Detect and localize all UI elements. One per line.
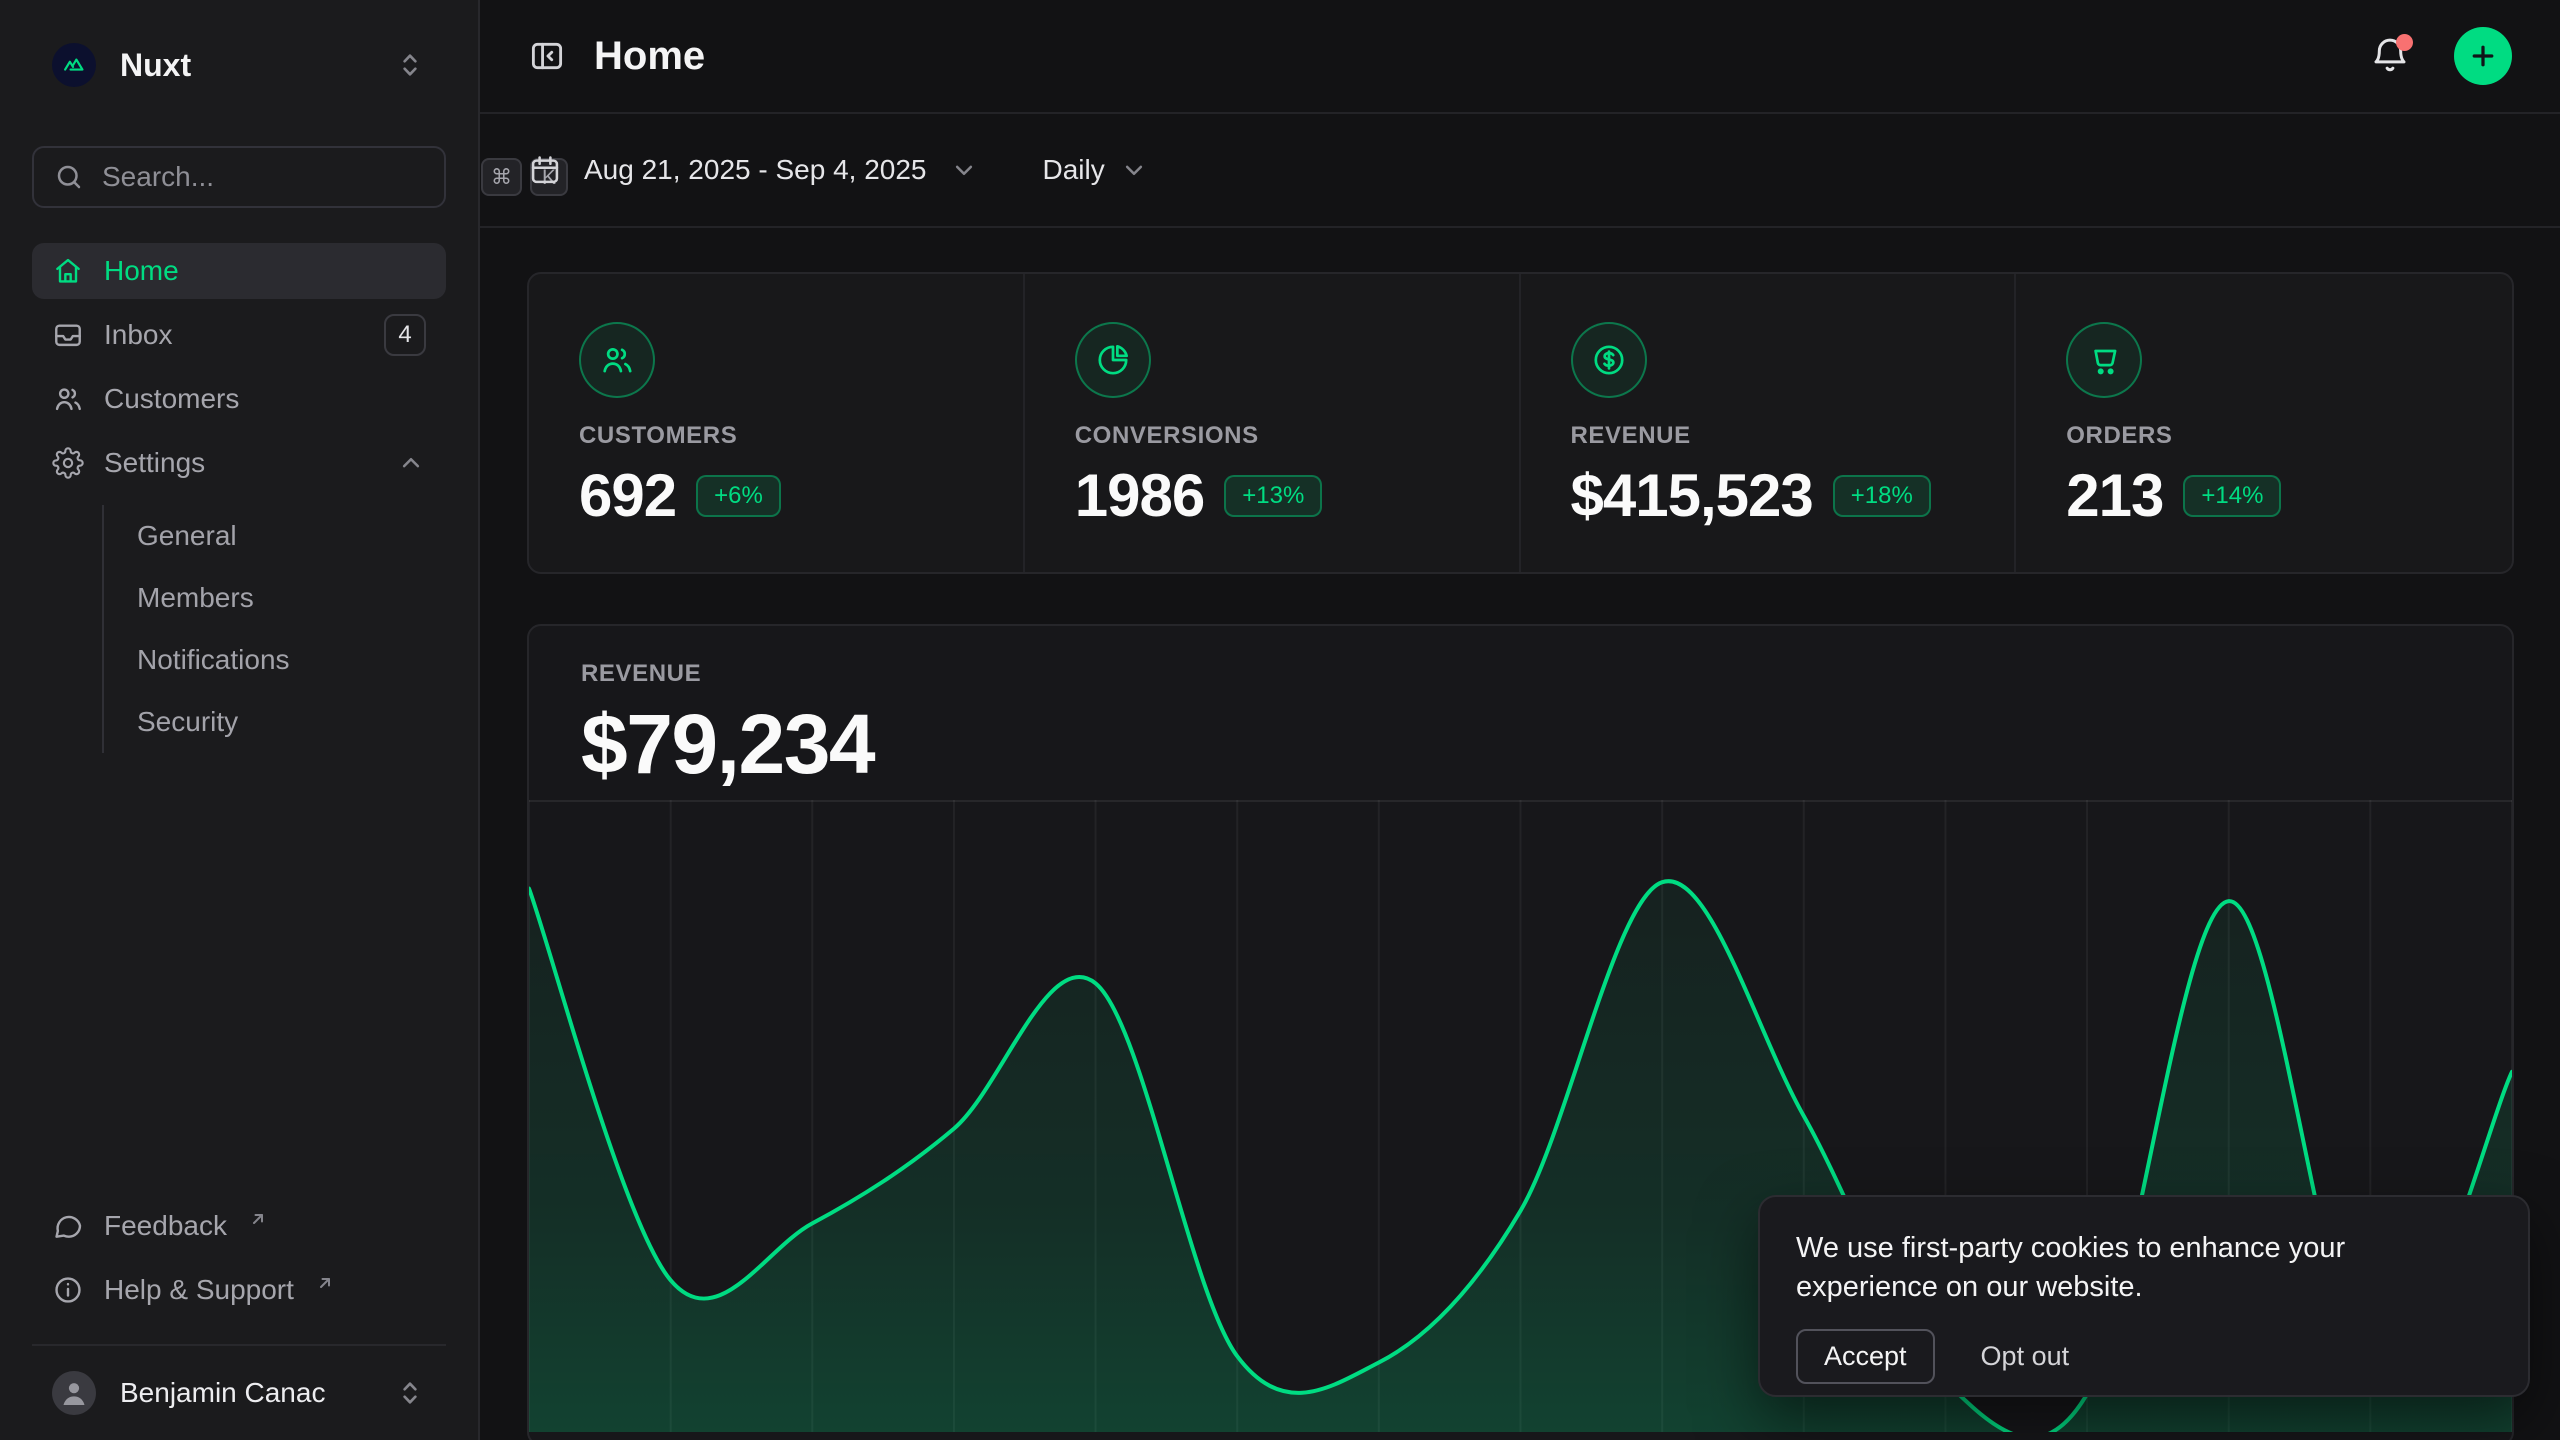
filters-toolbar: Aug 21, 2025 - Sep 4, 2025 Daily bbox=[480, 114, 2560, 228]
granularity-value: Daily bbox=[1043, 156, 1105, 184]
sidebar-item-customers[interactable]: Customers bbox=[32, 371, 446, 427]
nuxt-logo-icon bbox=[52, 43, 96, 87]
app-root: { "sidebar": { "brand": "Nuxt", "logo_ic… bbox=[0, 0, 2560, 1440]
sidebar-item-label: Customers bbox=[104, 385, 239, 413]
granularity-select[interactable]: Daily bbox=[1043, 155, 1149, 185]
revenue-chart-label: REVENUE bbox=[581, 662, 2460, 686]
gear-icon bbox=[52, 447, 84, 479]
sidebar-item-general[interactable]: General bbox=[104, 505, 414, 567]
stat-delta-badge: +6% bbox=[696, 475, 781, 517]
stat-value: $415,523 bbox=[1571, 466, 1813, 526]
settings-subnav: General Members Notifications Security bbox=[102, 505, 414, 753]
info-circle-icon bbox=[52, 1274, 84, 1306]
home-icon bbox=[52, 255, 84, 287]
stat-value: 1986 bbox=[1075, 466, 1204, 526]
pie-chart-icon bbox=[1075, 322, 1151, 398]
footer-link-label: Feedback bbox=[104, 1212, 227, 1240]
help-support-link[interactable]: Help & Support bbox=[32, 1262, 446, 1318]
add-button[interactable] bbox=[2454, 27, 2512, 85]
stat-value: 692 bbox=[579, 466, 676, 526]
chevron-down-icon bbox=[1119, 155, 1149, 185]
stat-label: ORDERS bbox=[2066, 424, 2462, 448]
stat-delta-badge: +18% bbox=[1833, 475, 1931, 517]
header-actions bbox=[2370, 27, 2512, 85]
stat-delta-badge: +14% bbox=[2183, 475, 2281, 517]
workspace-switcher[interactable]: Nuxt bbox=[32, 36, 446, 94]
inbox-icon bbox=[52, 319, 84, 351]
stat-label: CUSTOMERS bbox=[579, 424, 973, 448]
sidebar-item-label: Inbox bbox=[104, 321, 173, 349]
stat-label: REVENUE bbox=[1571, 424, 1965, 448]
search-input[interactable] bbox=[102, 161, 463, 193]
notification-dot bbox=[2396, 34, 2413, 51]
stats-row: CUSTOMERS 692 +6% CONVERSIONS 1986 +13% bbox=[527, 272, 2514, 574]
chat-bubble-icon bbox=[52, 1210, 84, 1242]
chevron-down-icon bbox=[949, 155, 979, 185]
arrow-up-right-icon bbox=[316, 1274, 334, 1292]
chevron-selector-icon bbox=[394, 1377, 426, 1409]
page-title: Home bbox=[594, 36, 705, 76]
avatar bbox=[52, 1371, 96, 1415]
inbox-count-badge: 4 bbox=[384, 314, 426, 356]
search-icon bbox=[54, 162, 84, 192]
sidebar-item-members[interactable]: Members bbox=[104, 567, 414, 629]
cookie-banner: We use first-party cookies to enhance yo… bbox=[1758, 1195, 2530, 1397]
stat-card-revenue: REVENUE $415,523 +18% bbox=[1521, 274, 2017, 574]
cart-icon bbox=[2066, 322, 2142, 398]
date-range-value: Aug 21, 2025 - Sep 4, 2025 bbox=[584, 156, 927, 184]
sidebar-item-inbox[interactable]: Inbox 4 bbox=[32, 307, 446, 363]
stat-value: 213 bbox=[2066, 466, 2163, 526]
stat-card-conversions: CONVERSIONS 1986 +13% bbox=[1025, 274, 1521, 574]
date-range-picker[interactable]: Aug 21, 2025 - Sep 4, 2025 bbox=[528, 153, 979, 187]
feedback-link[interactable]: Feedback bbox=[32, 1198, 446, 1254]
search-input-wrap[interactable]: ⌘ K bbox=[32, 146, 446, 208]
sidebar-item-label: Home bbox=[104, 257, 179, 285]
cookie-optout-button[interactable]: Opt out bbox=[1981, 1341, 2070, 1372]
revenue-chart-value: $79,234 bbox=[581, 702, 2460, 786]
sidebar-item-settings[interactable]: Settings bbox=[32, 435, 446, 491]
sidebar: Nuxt ⌘ K Home bbox=[0, 0, 480, 1440]
user-name: Benjamin Canac bbox=[120, 1379, 325, 1407]
sidebar-item-home[interactable]: Home bbox=[32, 243, 446, 299]
stat-card-orders: ORDERS 213 +14% bbox=[2016, 274, 2512, 574]
chevron-selector-icon bbox=[394, 49, 426, 81]
stat-delta-badge: +13% bbox=[1224, 475, 1322, 517]
footer-link-label: Help & Support bbox=[104, 1276, 294, 1304]
stat-label: CONVERSIONS bbox=[1075, 424, 1469, 448]
user-menu[interactable]: Benjamin Canac bbox=[32, 1346, 446, 1440]
sidebar-item-security[interactable]: Security bbox=[104, 691, 414, 753]
sidebar-nav: Home Inbox 4 Customers bbox=[32, 243, 446, 753]
panel-left-icon[interactable] bbox=[528, 37, 566, 75]
notifications-button[interactable] bbox=[2370, 36, 2410, 76]
sidebar-item-notifications[interactable]: Notifications bbox=[104, 629, 414, 691]
dollar-circle-icon bbox=[1571, 322, 1647, 398]
plus-icon bbox=[2468, 41, 2498, 71]
sidebar-footer: Feedback Help & Support bbox=[0, 1198, 478, 1346]
calendar-icon bbox=[528, 153, 562, 187]
sidebar-item-label: Settings bbox=[104, 449, 205, 477]
cookie-message: We use first-party cookies to enhance yo… bbox=[1796, 1229, 2436, 1307]
page-header: Home bbox=[480, 0, 2560, 114]
users-icon bbox=[52, 383, 84, 415]
chevron-up-icon bbox=[396, 448, 426, 478]
arrow-up-right-icon bbox=[249, 1210, 267, 1228]
users-icon bbox=[579, 322, 655, 398]
stat-card-customers: CUSTOMERS 692 +6% bbox=[529, 274, 1025, 574]
cookie-accept-button[interactable]: Accept bbox=[1796, 1329, 1935, 1384]
brand-name: Nuxt bbox=[120, 49, 191, 81]
